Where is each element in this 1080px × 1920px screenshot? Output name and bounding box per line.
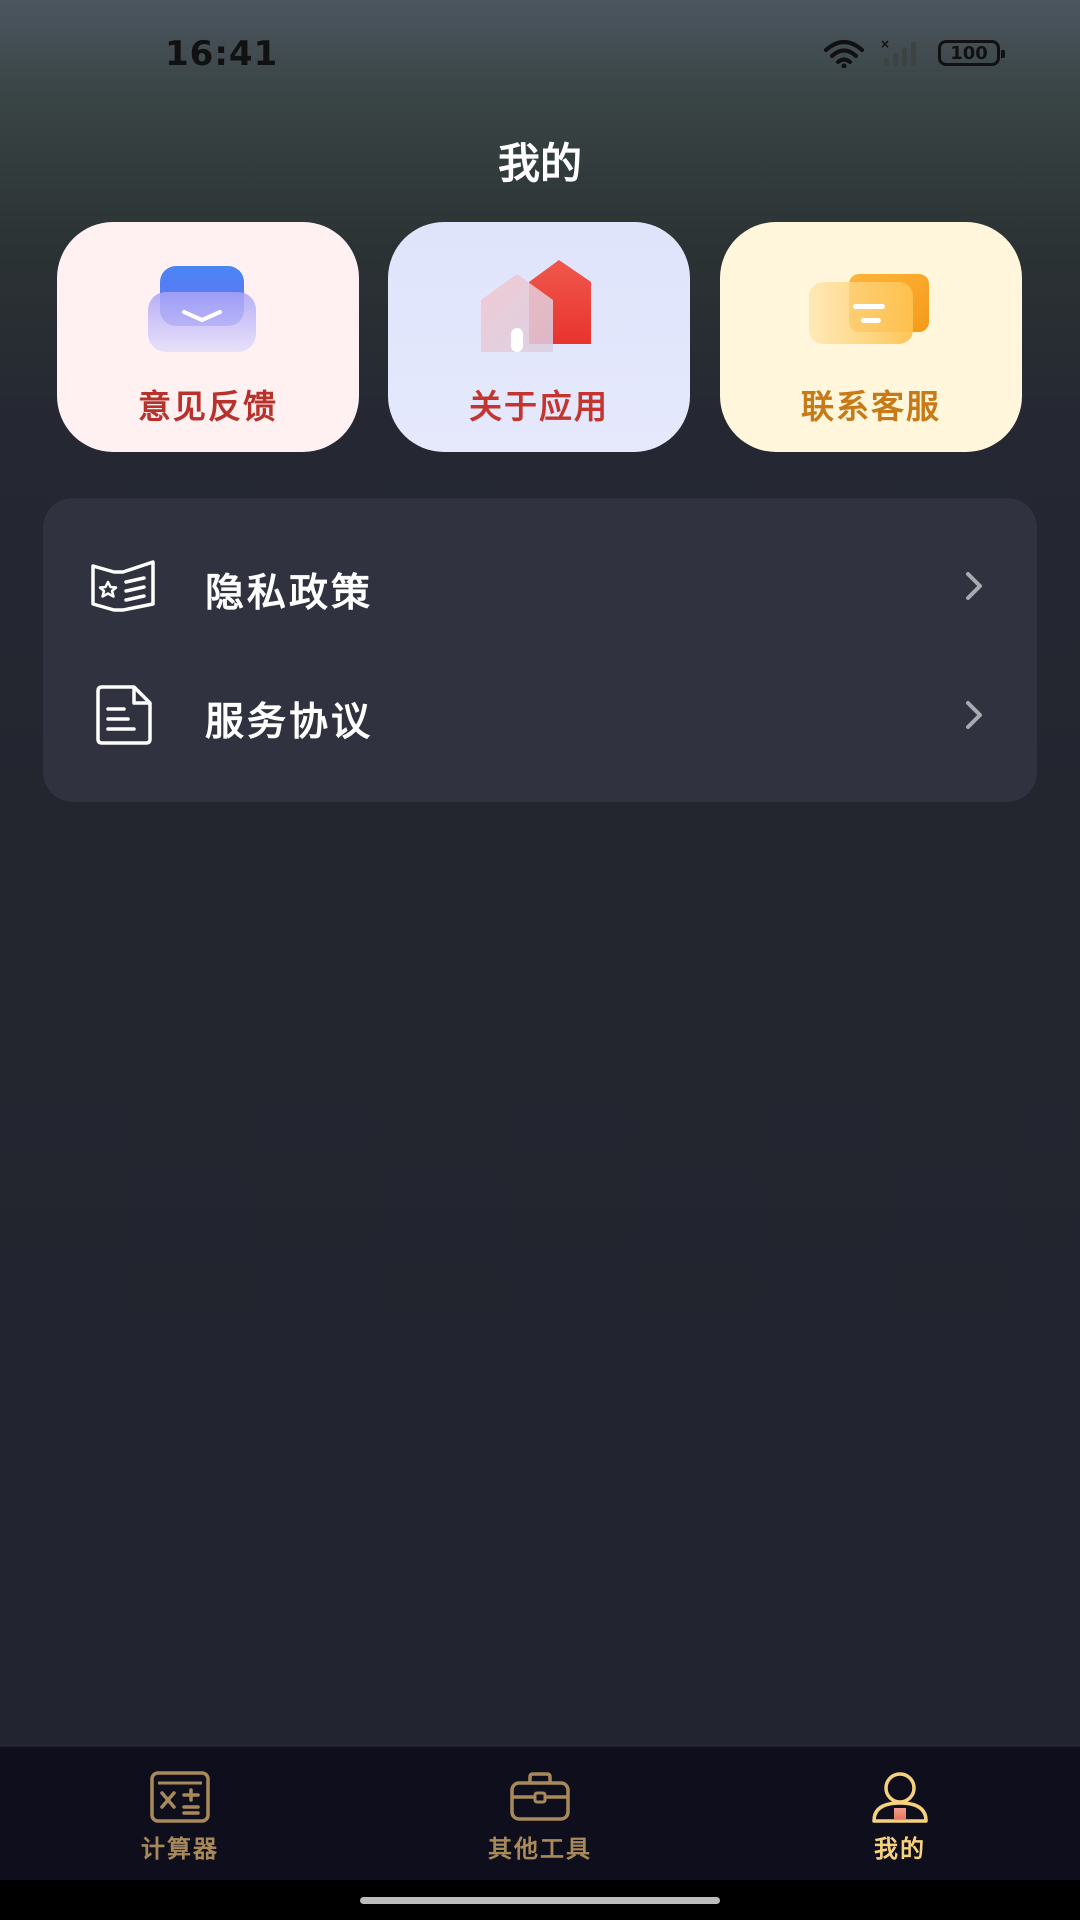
tab-other-tools-label: 其他工具	[488, 1835, 592, 1863]
about-app-label: 关于应用	[469, 387, 609, 426]
status-bar: 16:41 × 100	[0, 0, 1080, 110]
status-icons: × 100	[822, 38, 1005, 68]
contact-service-card[interactable]: 联系客服	[720, 222, 1022, 452]
chat-bubble-icon	[809, 274, 929, 344]
feedback-label: 意见反馈	[138, 387, 278, 426]
service-agreement-item[interactable]: 服务协议	[43, 655, 1037, 775]
privacy-policy-item[interactable]: 隐私政策	[43, 526, 1037, 646]
page-title: 我的	[497, 139, 582, 188]
system-navigation-area	[0, 1880, 1080, 1920]
about-app-card[interactable]: 关于应用	[388, 222, 690, 452]
quick-cards: 意见反馈 关于应用 联系客服	[57, 222, 1023, 452]
privacy-policy-label: 隐私政策	[205, 571, 374, 616]
inbox-icon	[148, 266, 256, 352]
battery-indicator: 100	[938, 40, 1005, 66]
house-icon	[481, 260, 591, 352]
toolbox-icon	[510, 1772, 570, 1821]
chevron-right-icon	[966, 572, 982, 600]
home-indicator[interactable]	[360, 1897, 720, 1904]
tab-other-tools[interactable]: 其他工具	[440, 1747, 640, 1880]
tab-calculator-label: 计算器	[141, 1835, 219, 1863]
tab-mine-label: 我的	[874, 1835, 926, 1863]
bottom-tab-bar: 计算器 其他工具 我的	[0, 1747, 1080, 1880]
svg-text:×: ×	[880, 38, 890, 51]
feedback-card[interactable]: 意见反馈	[57, 222, 359, 452]
settings-menu: 隐私政策 服务协议	[43, 498, 1037, 802]
wifi-icon	[824, 40, 864, 68]
chevron-right-icon	[966, 701, 982, 729]
user-icon	[872, 1772, 928, 1823]
service-agreement-label: 服务协议	[205, 700, 374, 745]
tab-calculator[interactable]: 计算器	[80, 1747, 280, 1880]
contact-service-label: 联系客服	[801, 387, 941, 426]
status-time: 16:41	[165, 34, 279, 74]
tab-mine[interactable]: 我的	[800, 1747, 1000, 1880]
privacy-book-icon	[91, 560, 155, 612]
calculator-icon	[150, 1771, 210, 1823]
cellular-signal-icon: ×	[880, 38, 916, 66]
document-icon	[96, 685, 152, 745]
